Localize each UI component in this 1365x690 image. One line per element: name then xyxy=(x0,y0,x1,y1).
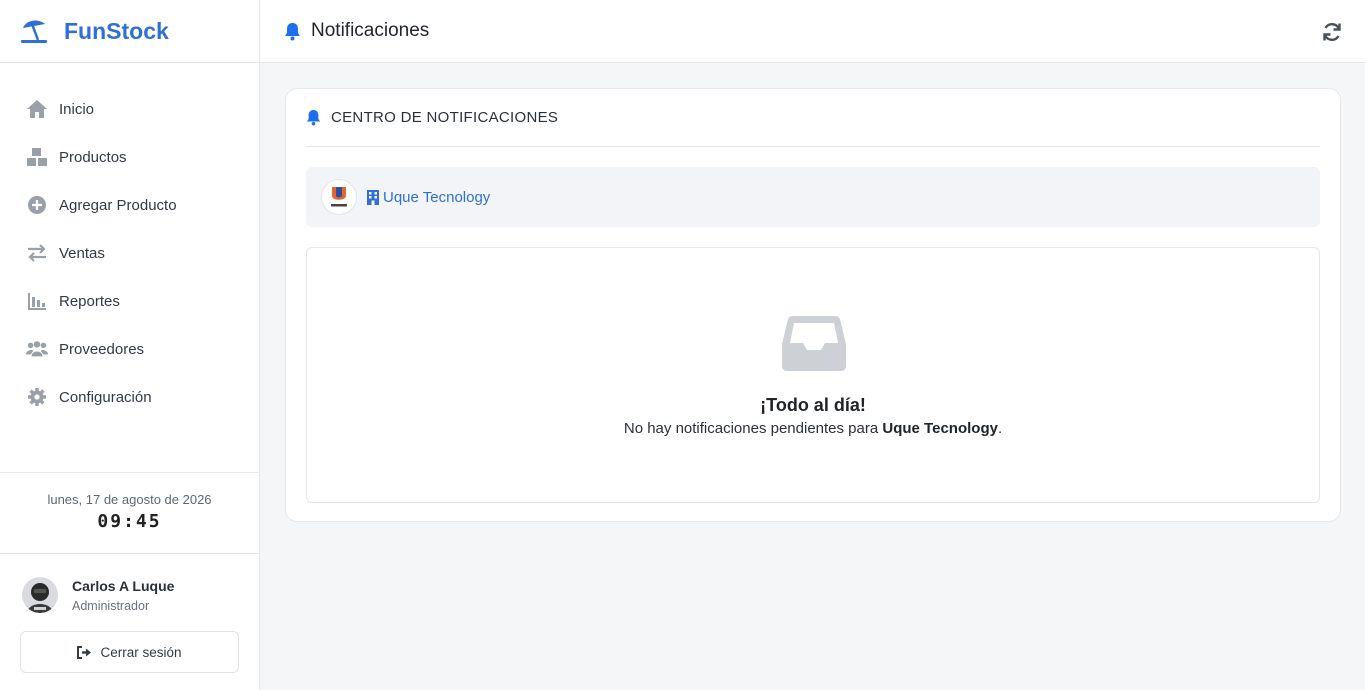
boxes-icon xyxy=(26,146,48,168)
empty-state: ¡Todo al día! No hay notificaciones pend… xyxy=(306,247,1320,503)
sidebar-item-label: Configuración xyxy=(59,388,152,406)
bell-icon xyxy=(285,22,300,40)
sidebar-item-proveedores[interactable]: Proveedores xyxy=(0,325,259,373)
sidebar-item-label: Ventas xyxy=(59,244,105,262)
sidebar-item-label: Proveedores xyxy=(59,340,145,358)
sidebar-item-configuracion[interactable]: Configuración xyxy=(0,373,259,421)
home-icon xyxy=(26,98,48,120)
top-header: Notificaciones xyxy=(260,0,1365,63)
building-icon xyxy=(367,189,379,205)
sidebar-item-label: Productos xyxy=(59,148,127,166)
company-logo xyxy=(321,179,357,215)
brand[interactable]: FunStock xyxy=(0,0,259,63)
umbrella-beach-icon xyxy=(21,20,47,43)
empty-message-suffix: . xyxy=(997,420,1003,437)
empty-message: No hay notificaciones pendientes para Uq… xyxy=(307,420,1319,437)
clock-widget: lunes, 17 de agosto de 2026 09:45 xyxy=(0,472,259,554)
sign-out-icon xyxy=(77,645,92,659)
company-link[interactable]: Uque Tecnology xyxy=(383,189,490,206)
user-profile: Carlos A Luque Administrador xyxy=(22,577,174,613)
plus-circle-icon xyxy=(26,194,48,216)
empty-message-prefix: No hay notificaciones pendientes para xyxy=(623,420,883,437)
sidebar-item-inicio[interactable]: Inicio xyxy=(0,85,259,133)
user-name: Carlos A Luque xyxy=(72,577,175,594)
bar-chart-icon xyxy=(26,290,48,312)
brand-name: FunStock xyxy=(64,17,169,44)
sidebar-item-agregar-producto[interactable]: Agregar Producto xyxy=(0,181,259,229)
refresh-icon[interactable] xyxy=(1321,21,1343,43)
sidebar-item-productos[interactable]: Productos xyxy=(0,133,259,181)
notifications-card: CENTRO DE NOTIFICACIONES Uque Tecnology … xyxy=(285,88,1341,522)
sidebar-nav: Inicio Productos Agregar Producto Ventas… xyxy=(0,63,259,421)
inbox-icon xyxy=(782,316,846,371)
users-icon xyxy=(26,338,48,360)
clock-time: 09:45 xyxy=(97,511,162,532)
sidebar-item-ventas[interactable]: Ventas xyxy=(0,229,259,277)
card-title: CENTRO DE NOTIFICACIONES xyxy=(331,109,559,126)
gear-icon xyxy=(26,386,48,408)
sidebar-item-label: Agregar Producto xyxy=(59,196,177,214)
empty-message-company: Uque Tecnology xyxy=(882,420,998,437)
logout-button[interactable]: Cerrar sesión xyxy=(20,631,239,673)
clock-date: lunes, 17 de agosto de 2026 xyxy=(47,492,212,507)
sidebar-item-label: Inicio xyxy=(59,100,95,118)
sidebar-item-reportes[interactable]: Reportes xyxy=(0,277,259,325)
sidebar-item-label: Reportes xyxy=(59,292,120,310)
company-row: Uque Tecnology xyxy=(306,167,1320,227)
empty-title: ¡Todo al día! xyxy=(760,395,866,415)
exchange-icon xyxy=(26,242,48,264)
card-header: CENTRO DE NOTIFICACIONES xyxy=(306,89,1320,147)
avatar[interactable] xyxy=(22,577,58,613)
bell-icon xyxy=(306,110,321,126)
user-role: Administrador xyxy=(72,598,150,613)
sidebar: FunStock Inicio Productos Agregar Produc… xyxy=(0,0,260,690)
logout-label: Cerrar sesión xyxy=(100,644,182,660)
page-title: Notificaciones xyxy=(311,20,430,41)
